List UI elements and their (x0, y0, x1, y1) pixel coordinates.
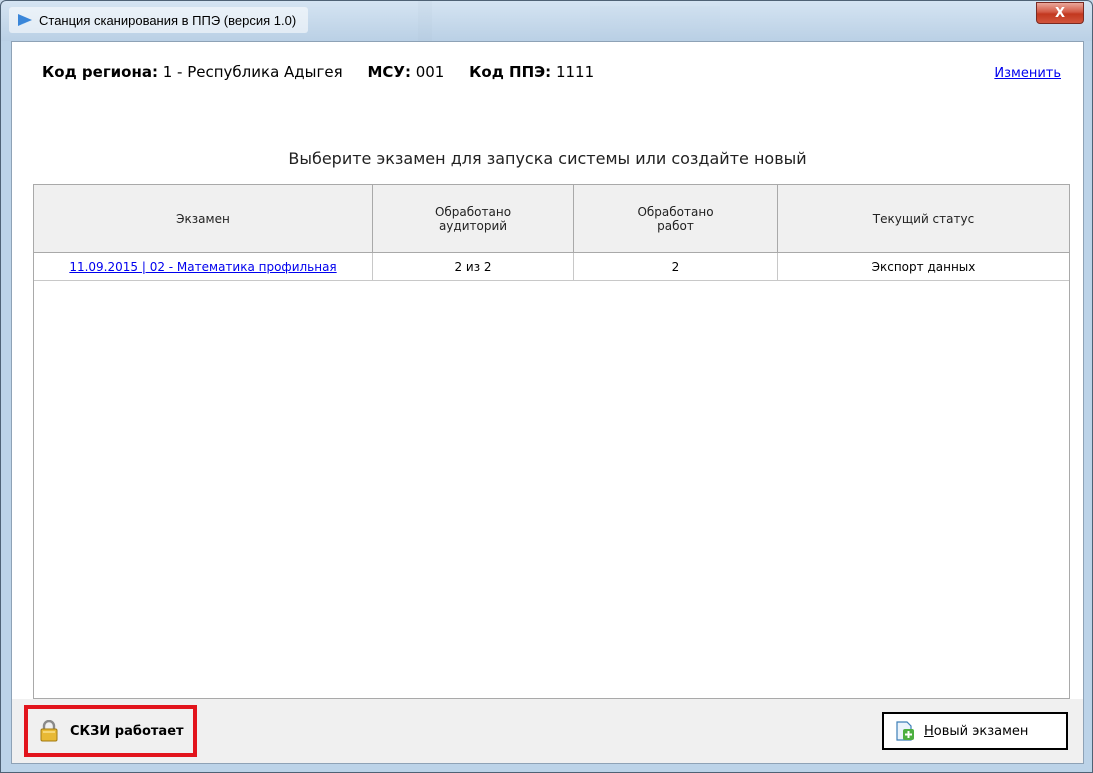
window-title: Станция сканирования в ППЭ (версия 1.0) (39, 12, 297, 28)
msu-label: МСУ: (367, 63, 411, 81)
title-bar[interactable]: Станция сканирования в ППЭ (версия 1.0) … (1, 1, 1092, 41)
client-area: Код региона: 1 - Республика Адыгея МСУ: … (11, 41, 1084, 764)
new-exam-label: Новый экзамен (924, 723, 1029, 739)
cell-exam: 11.09.2015 | 02 - Математика профильная (34, 253, 373, 280)
page-subtitle: Выберите экзамен для запуска системы или… (288, 149, 807, 168)
close-button[interactable]: X (1036, 2, 1084, 24)
title-pill: Станция сканирования в ППЭ (версия 1.0) (9, 7, 309, 33)
column-header-exam[interactable]: Экзамен (34, 185, 373, 252)
region-value: 1 - Республика Адыгея (162, 63, 343, 81)
cell-works: 2 (574, 253, 778, 280)
column-header-rooms[interactable]: Обработано аудиторий (373, 185, 574, 252)
column-header-label: Экзамен (176, 211, 230, 226)
column-header-works[interactable]: Обработано работ (574, 185, 778, 252)
close-icon: X (1054, 5, 1066, 21)
ppe-value: 1111 (555, 63, 595, 81)
column-header-label: Обработано работ (637, 204, 714, 233)
column-header-status[interactable]: Текущий статус (778, 185, 1069, 252)
column-header-label: Обработано аудиторий (434, 204, 512, 233)
exam-table[interactable]: Экзамен Обработано аудиторий Обработано ра… (33, 184, 1070, 699)
cell-rooms: 2 из 2 (373, 253, 574, 280)
main-window: Станция сканирования в ППЭ (версия 1.0) … (0, 0, 1093, 773)
table-header: Экзамен Обработано аудиторий Обработано ра… (34, 185, 1069, 253)
skzi-status: СКЗИ работает (24, 705, 197, 757)
add-document-icon (894, 721, 916, 741)
new-exam-button[interactable]: Новый экзамен (882, 712, 1068, 750)
table-row[interactable]: 11.09.2015 | 02 - Математика профильная … (34, 253, 1069, 281)
column-header-label: Текущий статус (872, 211, 975, 226)
msu-value: 001 (415, 63, 445, 81)
scanner-app-icon (17, 13, 33, 27)
skzi-status-text: СКЗИ работает (70, 723, 184, 739)
padlock-icon (40, 719, 58, 742)
region-label: Код региона: (42, 63, 158, 81)
ppe-label: Код ППЭ: (469, 63, 552, 81)
footer-bar: СКЗИ работает Новый экзамен (12, 699, 1083, 763)
cell-status: Экспорт данных (871, 259, 976, 274)
exam-link[interactable]: 11.09.2015 | 02 - Математика профильная (69, 260, 336, 274)
change-link[interactable]: Изменить (994, 66, 1061, 81)
station-info: Код региона: 1 - Республика Адыгея МСУ: … (42, 63, 594, 81)
